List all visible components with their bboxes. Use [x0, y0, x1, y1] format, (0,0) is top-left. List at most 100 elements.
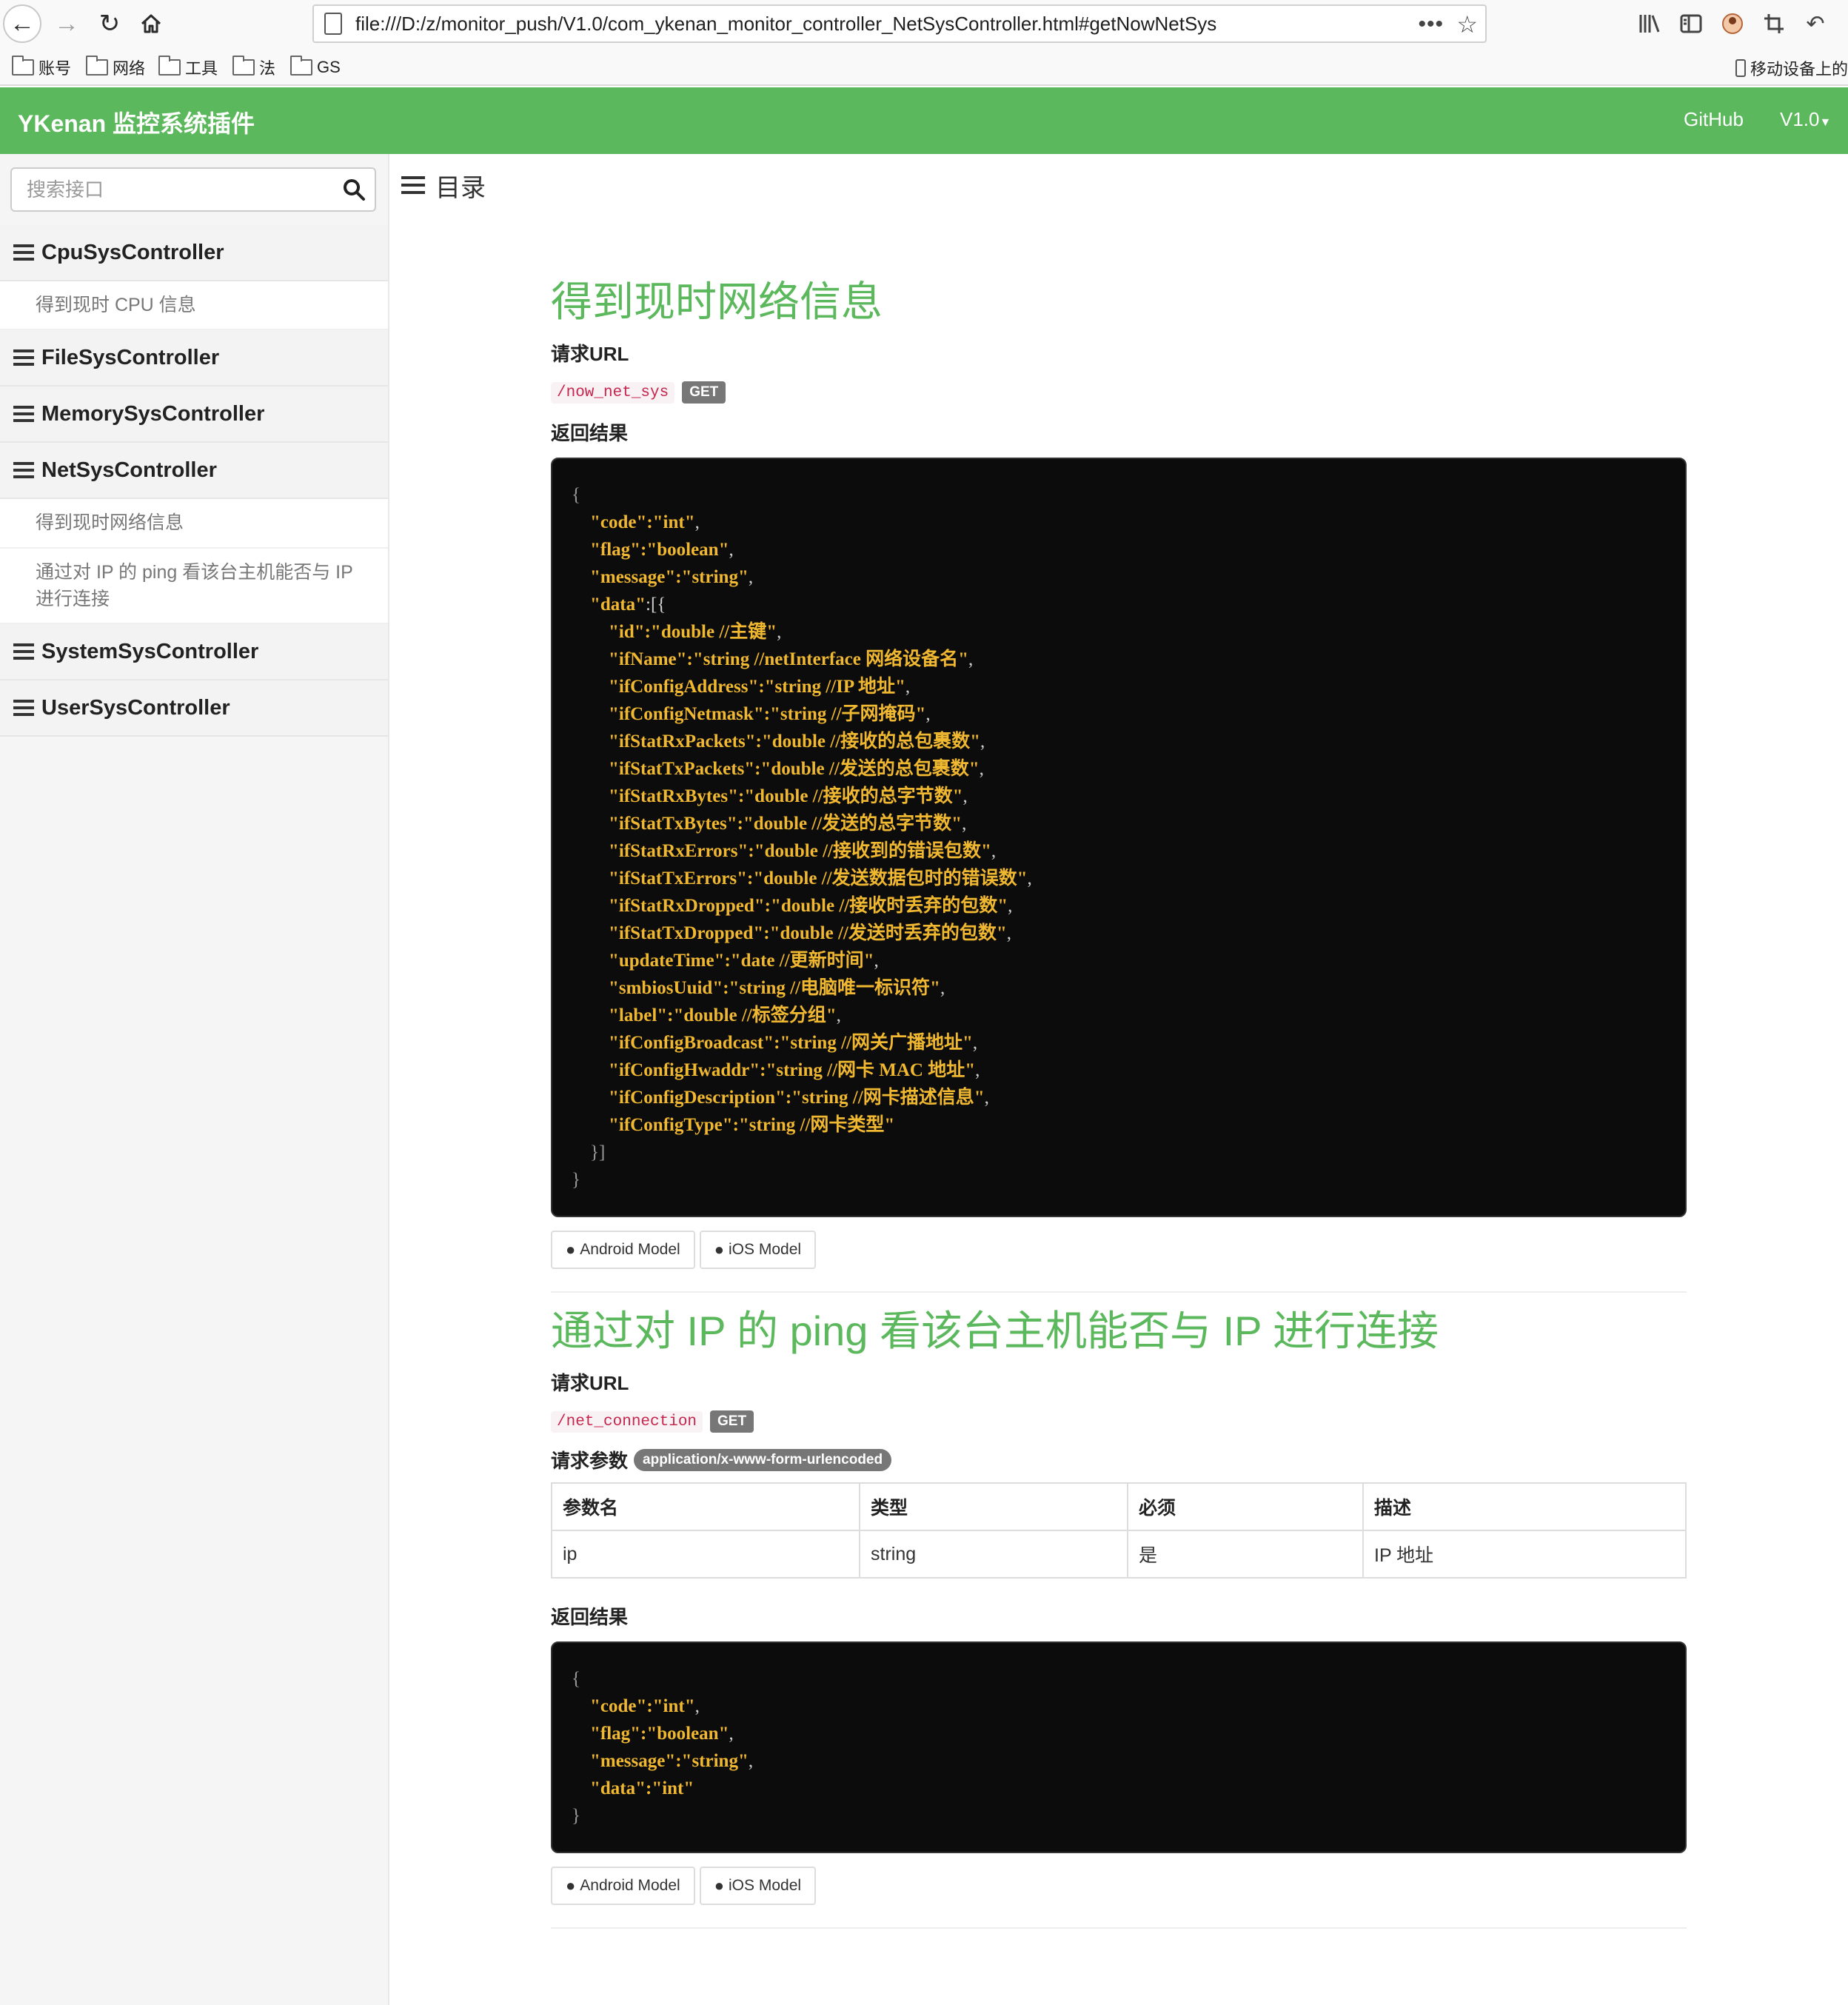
reload-icon[interactable]: ↻ [90, 4, 129, 43]
code-line: "ifConfigNetmask":"string //子网掩码", [572, 700, 1666, 728]
library-icon[interactable] [1633, 7, 1666, 40]
code-punct: , [972, 1033, 978, 1054]
code-punct: , [962, 814, 967, 834]
github-link[interactable]: GitHub [1684, 108, 1744, 131]
sidebar-group-net[interactable]: NetSysController [0, 443, 388, 500]
mobile-bookmarks[interactable]: 移动设备上的 [1735, 56, 1848, 80]
version-dropdown[interactable]: V1.0▼ [1780, 108, 1831, 131]
folder-icon [12, 56, 34, 76]
android-model-button[interactable]: ● Android Model [551, 1231, 695, 1270]
sidebar-toggle-icon[interactable] [1675, 7, 1707, 40]
table-row: ip string 是 IP 地址 [551, 1530, 1687, 1579]
code-line: } [572, 1802, 1666, 1830]
sidebar-item-now-cpu[interactable]: 得到现时 CPU 信息 [0, 281, 388, 331]
code-line: "ifStatRxErrors":"double //接收到的错误包数", [572, 837, 1666, 865]
param-description: IP 地址 [1362, 1530, 1687, 1579]
column-header: 类型 [859, 1482, 1128, 1532]
code-line: "label":"double //标签分组", [572, 1002, 1666, 1029]
code-line: "ifConfigAddress":"string //IP 地址", [572, 673, 1666, 700]
search-icon[interactable] [342, 178, 366, 201]
code-punct: , [729, 1724, 734, 1744]
search-input[interactable] [27, 178, 323, 201]
bookmark-folder[interactable]: GS [290, 56, 341, 78]
code-entry: "ifConfigHwaddr":"string //网卡 MAC 地址" [609, 1060, 976, 1081]
ios-model-button[interactable]: ● iOS Model [699, 1867, 817, 1906]
sidebar-group-system[interactable]: SystemSysController [0, 624, 388, 680]
code-punct: , [1006, 923, 1011, 944]
bookmark-folder[interactable]: 工具 [158, 56, 218, 78]
bars-icon [13, 244, 34, 261]
code-line: "code":"int", [572, 1693, 1666, 1720]
folder-icon [158, 56, 181, 76]
code-punct: , [748, 1751, 754, 1772]
code-punct: , [940, 978, 945, 999]
code-line: "ifConfigHwaddr":"string //网卡 MAC 地址", [572, 1057, 1666, 1084]
bookmark-folder[interactable]: 网络 [86, 56, 145, 78]
code-brace: { [572, 1669, 580, 1690]
sidebar-item-net-connection[interactable]: 通过对 IP 的 ping 看该台主机能否与 IP 进行连接 [0, 548, 388, 624]
undo-icon[interactable]: ↶ [1799, 7, 1832, 40]
browser-toolbar: ← → ↻ file:///D:/z/monitor_push/V1.0/com… [0, 0, 1848, 47]
brand-title[interactable]: YKenan 监控系统插件 [18, 105, 255, 139]
sidebar-item-now-net[interactable]: 得到现时网络信息 [0, 499, 388, 549]
code-line: } [572, 1166, 1666, 1194]
code-line: { [572, 1665, 1666, 1693]
code-line: "ifConfigType":"string //网卡类型" [572, 1111, 1666, 1139]
bookmark-folder[interactable]: 法 [232, 56, 275, 78]
code-punct: , [975, 1060, 980, 1081]
page-actions-icon[interactable]: ••• [1418, 12, 1444, 37]
screenshot-icon[interactable] [1758, 7, 1790, 40]
api-url: /net_connection [551, 1410, 703, 1433]
params-label: 请求参数 [551, 1450, 629, 1473]
sidebar-group-memory[interactable]: MemorySysController [0, 386, 388, 443]
param-type: string [859, 1530, 1128, 1579]
code-punct: , [905, 677, 911, 697]
result-code-block: { "code":"int", "flag":"boolean", "messa… [551, 458, 1687, 1218]
ios-model-button[interactable]: ● iOS Model [699, 1231, 817, 1270]
home-icon[interactable] [132, 4, 170, 43]
code-entry: "flag":"boolean" [590, 540, 729, 560]
result-label: 返回结果 [551, 1606, 629, 1629]
code-punct: , [980, 732, 985, 752]
address-bar[interactable]: file:///D:/z/monitor_push/V1.0/com_ykena… [312, 4, 1487, 43]
params-table: 参数名 类型 必须 描述 ip string 是 IP 地址 [551, 1482, 1687, 1579]
result-code-block: { "code":"int", "flag":"boolean", "messa… [551, 1641, 1687, 1854]
bookmark-folder[interactable]: 账号 [12, 56, 71, 78]
avatar-icon[interactable] [1716, 7, 1749, 40]
android-icon: ● [566, 1240, 576, 1259]
sidebar-group-user[interactable]: UserSysController [0, 680, 388, 737]
sidebar-group-cpu[interactable]: CpuSysController [0, 225, 388, 281]
api-section-net-connection: 通过对 IP 的 ping 看该台主机能否与 IP 进行连接 请求URL /ne… [551, 1308, 1687, 1929]
phone-icon [1735, 59, 1746, 77]
code-entry: "ifStatRxErrors":"double //接收到的错误包数" [609, 841, 991, 862]
sidebar-group-file[interactable]: FileSysController [0, 330, 388, 387]
code-punct: , [874, 951, 879, 971]
forward-arrow-icon[interactable]: → [47, 4, 86, 43]
bars-icon [401, 175, 425, 195]
code-entry: "data" [590, 595, 646, 615]
bars-icon [13, 406, 34, 423]
code-punct: , [1027, 868, 1032, 889]
address-bar-url[interactable]: file:///D:/z/monitor_push/V1.0/com_ykena… [355, 13, 1216, 36]
toc-title: 目录 [401, 167, 486, 204]
code-entry: "code":"int" [590, 1696, 695, 1717]
column-header: 参数名 [551, 1482, 860, 1532]
code-entry: "flag":"boolean" [590, 1724, 729, 1744]
code-entry: "ifStatTxDropped":"double //发送时丢弃的包数" [609, 923, 1007, 944]
bookmark-star-icon[interactable]: ☆ [1456, 10, 1478, 39]
back-arrow-icon[interactable]: ← [3, 4, 41, 43]
bars-icon [13, 349, 34, 366]
android-model-button[interactable]: ● Android Model [551, 1867, 695, 1906]
api-title: 得到现时网络信息 [551, 278, 883, 325]
params-label-row: 请求参数 application/x-www-form-urlencoded [551, 1446, 1687, 1473]
folder-icon [232, 56, 255, 76]
